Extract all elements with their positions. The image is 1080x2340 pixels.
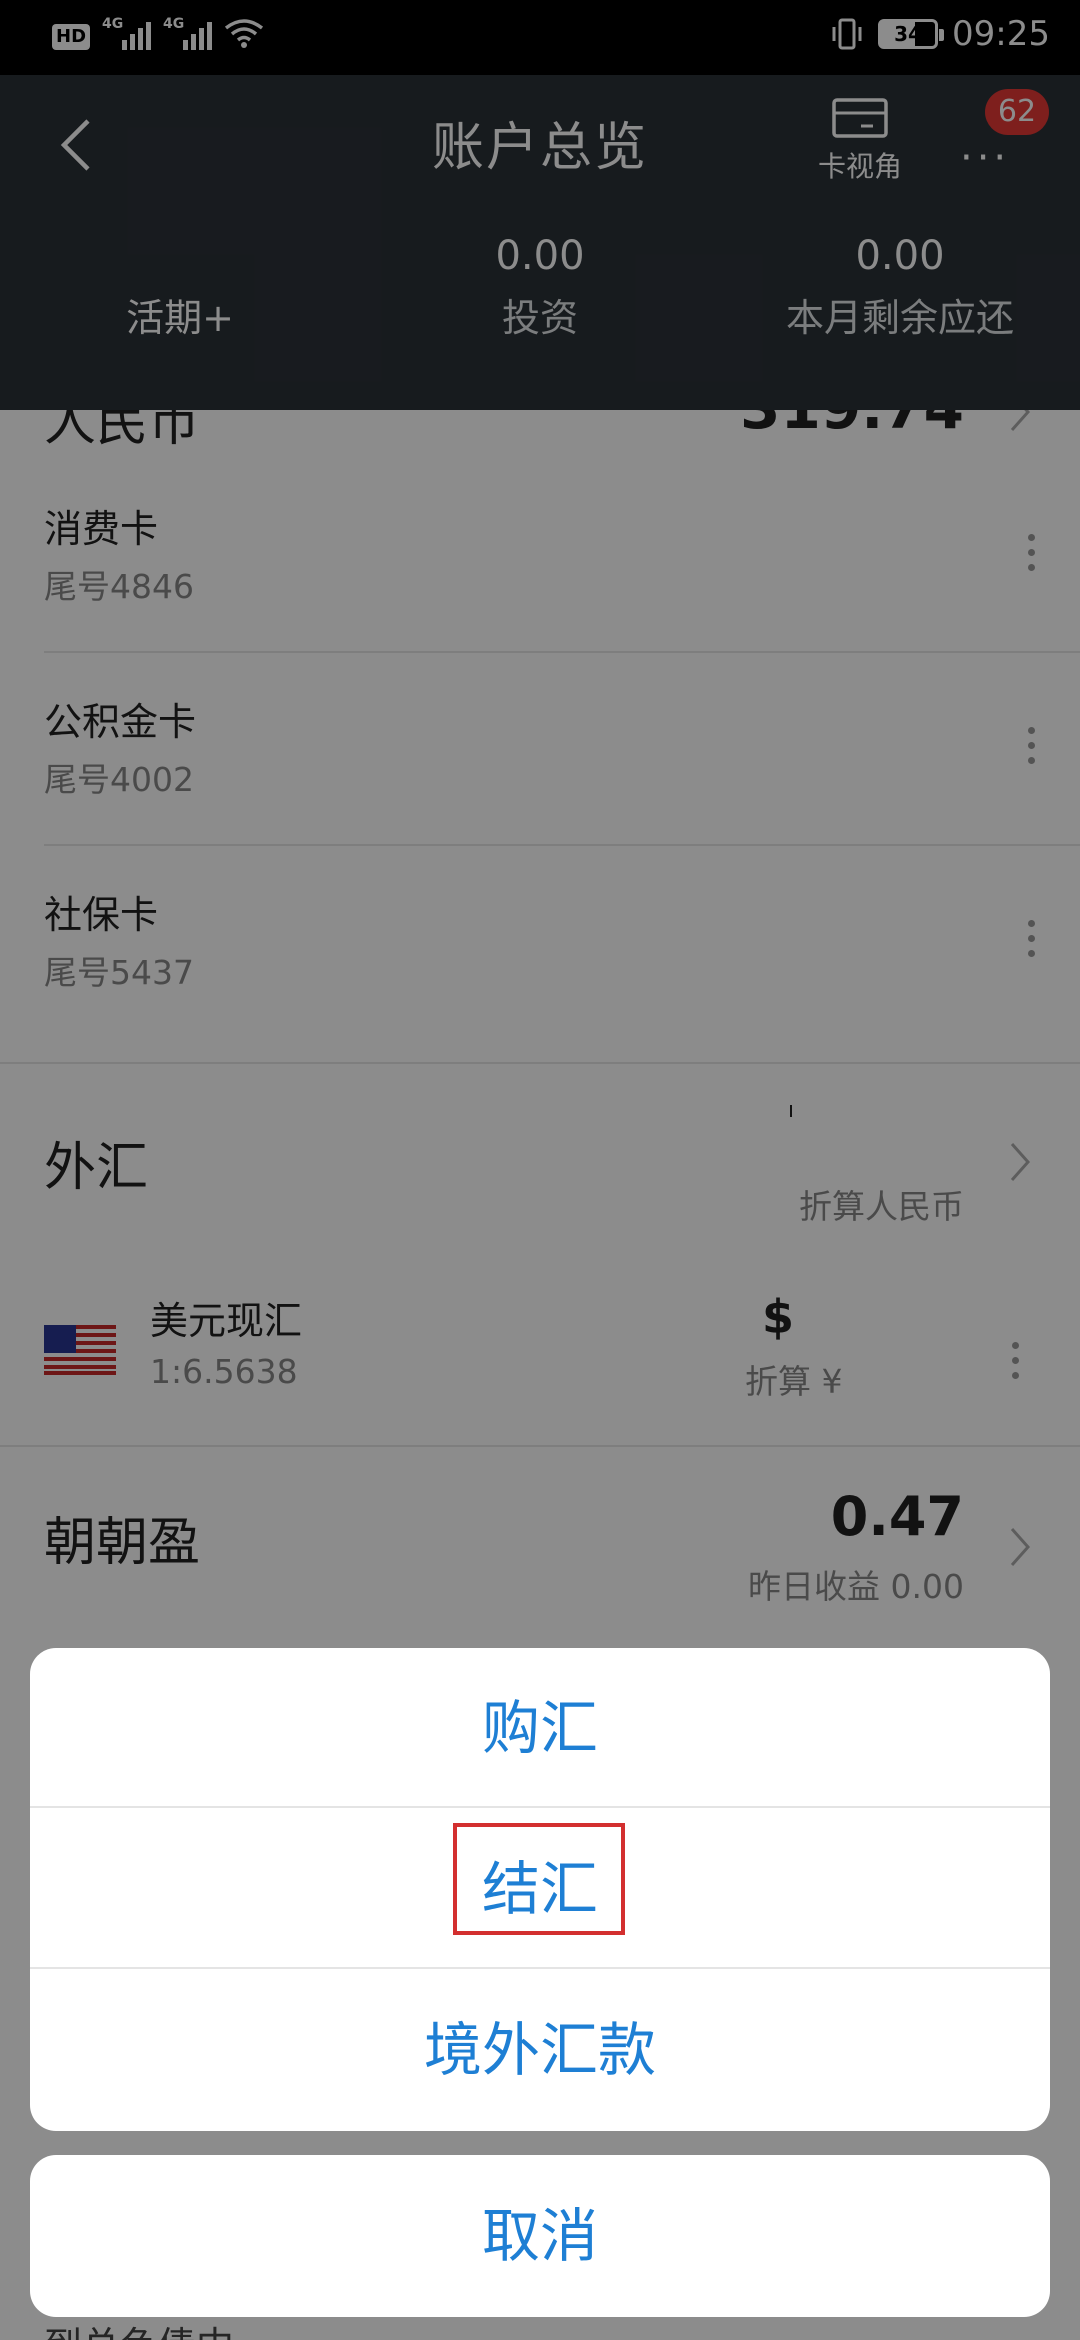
battery-level: 34 xyxy=(894,22,922,46)
action-sheet: 购汇 结汇 境外汇款 xyxy=(30,1648,1050,2131)
highlight-box xyxy=(453,1823,625,1935)
buy-fx-option[interactable]: 购汇 xyxy=(30,1648,1050,1808)
overseas-remit-option[interactable]: 境外汇款 xyxy=(30,1970,1050,2130)
cancel-button[interactable]: 取消 xyxy=(30,2155,1050,2317)
